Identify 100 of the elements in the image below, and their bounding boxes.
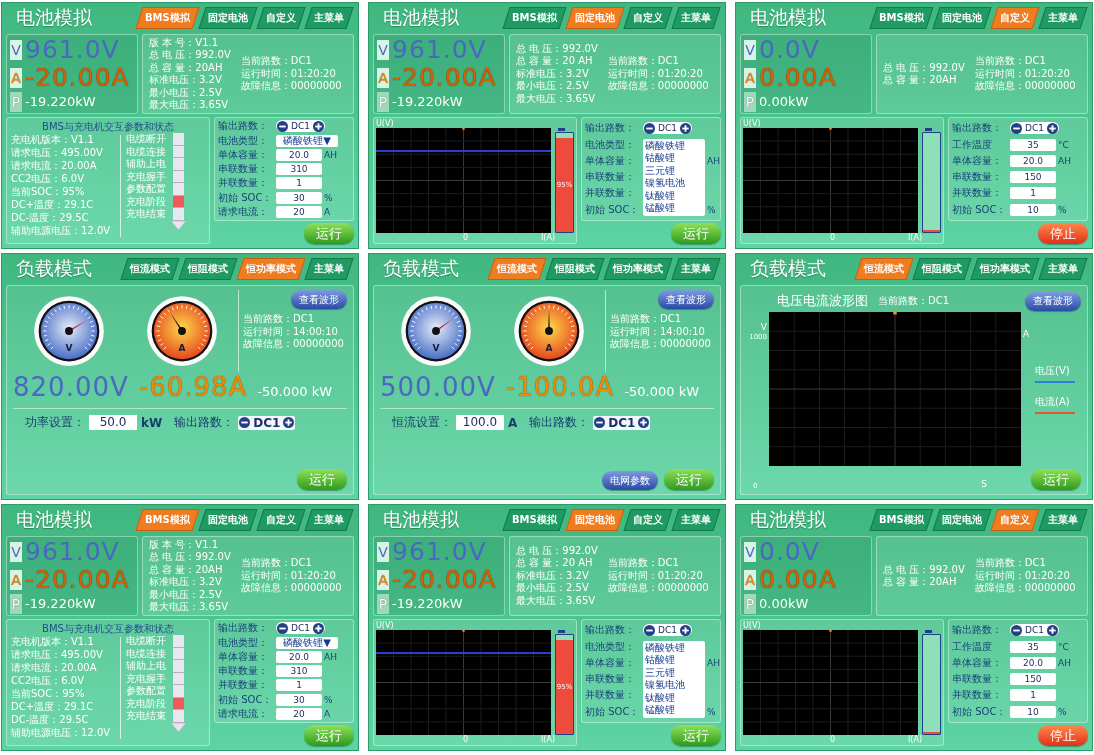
channel-stepper[interactable]: DC1 — [1010, 122, 1059, 135]
minus-icon[interactable] — [239, 417, 251, 428]
mode-tab[interactable]: 恒阻模式 — [178, 258, 238, 280]
input-field[interactable]: 150 — [1010, 673, 1056, 686]
waveform-button[interactable]: 查看波形 — [291, 290, 347, 309]
input-field[interactable]: 20.0 — [276, 148, 322, 161]
minus-icon[interactable] — [644, 122, 655, 134]
input-field[interactable]: 1 — [276, 679, 322, 692]
mode-tab[interactable]: BMS模拟 — [502, 509, 567, 531]
plus-icon[interactable] — [312, 622, 324, 634]
plus-icon[interactable] — [312, 120, 324, 132]
minus-icon[interactable] — [644, 624, 655, 636]
input-field[interactable]: 1 — [276, 177, 322, 190]
grid-params-button[interactable]: 电网参数 — [602, 471, 658, 490]
channel-stepper[interactable]: DC1 — [1010, 624, 1059, 637]
dropdown-option[interactable]: 三元锂 — [645, 164, 703, 178]
mode-tab[interactable]: 主菜单 — [304, 509, 354, 531]
mode-tab[interactable]: 自定义 — [256, 509, 306, 531]
mode-tab[interactable]: 主菜单 — [304, 258, 354, 280]
dropdown-option[interactable]: 磷酸铁锂 — [645, 139, 703, 153]
mode-tab[interactable]: 恒功率模式 — [603, 258, 673, 280]
input-field[interactable]: 10 — [1010, 705, 1056, 718]
stop-button[interactable]: 停止 — [1038, 725, 1088, 746]
mode-tab[interactable]: 恒阻模式 — [912, 258, 972, 280]
dropdown-option[interactable]: 三元锂 — [645, 666, 703, 680]
run-button[interactable]: 运行 — [664, 469, 714, 490]
minus-icon[interactable] — [277, 622, 288, 634]
mode-tab[interactable]: 主菜单 — [671, 258, 721, 280]
input-field[interactable]: 310 — [276, 665, 322, 677]
input-field[interactable]: 20.0 — [1010, 154, 1056, 167]
mode-tab[interactable]: 主菜单 — [304, 7, 354, 29]
mode-tab[interactable]: 固定电池 — [198, 509, 258, 531]
mode-tab[interactable]: 自定义 — [623, 509, 673, 531]
waveform-button[interactable]: 查看波形 — [1025, 291, 1081, 311]
input-field[interactable]: 20.0 — [1010, 656, 1056, 669]
waveform-button[interactable]: 查看波形 — [658, 290, 714, 309]
mode-tab[interactable]: 恒流模式 — [120, 258, 180, 280]
input-field[interactable]: 150 — [1010, 171, 1056, 184]
dropdown-option[interactable]: 钴酸锂 — [645, 654, 703, 667]
mode-tab[interactable]: 恒阻模式 — [545, 258, 605, 280]
dropdown-option[interactable]: 钴酸锂 — [645, 152, 703, 165]
input-field[interactable]: 30 — [276, 191, 322, 204]
select-field[interactable]: 磷酸铁锂▼ — [276, 636, 338, 649]
channel-stepper[interactable]: DC1 — [276, 120, 325, 133]
mode-tab[interactable]: 主菜单 — [1038, 258, 1088, 280]
plus-icon[interactable] — [283, 417, 295, 428]
mode-tab[interactable]: 自定义 — [990, 7, 1040, 29]
mode-tab[interactable]: BMS模拟 — [869, 7, 934, 29]
mode-tab[interactable]: 固定电池 — [932, 7, 992, 29]
mode-tab[interactable]: 恒功率模式 — [236, 258, 306, 280]
dropdown-option[interactable]: 钛酸锂 — [645, 189, 703, 203]
run-button[interactable]: 运行 — [304, 223, 354, 244]
mode-tab[interactable]: 恒流模式 — [854, 258, 914, 280]
input-field[interactable]: 1 — [1010, 187, 1056, 200]
dropdown-option[interactable]: 镍氢电池 — [645, 177, 703, 190]
mode-tab[interactable]: 固定电池 — [198, 7, 258, 29]
input-field[interactable]: 30 — [276, 693, 322, 706]
mode-tab[interactable]: 固定电池 — [932, 509, 992, 531]
input-field[interactable]: 20 — [276, 707, 322, 720]
mode-tab[interactable]: 恒流模式 — [487, 258, 547, 280]
channel-stepper[interactable]: DC1 — [593, 415, 651, 430]
channel-stepper[interactable]: DC1 — [238, 415, 296, 430]
minus-icon[interactable] — [1011, 122, 1022, 134]
mode-tab[interactable]: 主菜单 — [1038, 509, 1088, 531]
plus-icon[interactable] — [679, 624, 691, 636]
mode-tab[interactable]: 自定义 — [256, 7, 306, 29]
input-field[interactable]: 310 — [276, 163, 322, 175]
run-button[interactable]: 运行 — [671, 725, 721, 746]
mode-tab[interactable]: 自定义 — [623, 7, 673, 29]
dropdown-option[interactable]: 镍氢电池 — [645, 679, 703, 692]
plus-icon[interactable] — [638, 417, 650, 428]
input-field[interactable]: 35 — [1010, 640, 1056, 653]
mode-tab[interactable]: BMS模拟 — [135, 7, 200, 29]
mode-tab[interactable]: BMS模拟 — [869, 509, 934, 531]
input-field[interactable]: 10 — [1010, 203, 1056, 216]
mode-tab[interactable]: 主菜单 — [671, 509, 721, 531]
mode-tab[interactable]: 恒功率模式 — [970, 258, 1040, 280]
plus-icon[interactable] — [1046, 122, 1058, 134]
dropdown-option[interactable]: 锰酸锂 — [645, 202, 703, 215]
mode-tab[interactable]: 自定义 — [990, 509, 1040, 531]
input-field[interactable]: 1 — [1010, 689, 1056, 702]
plus-icon[interactable] — [1046, 624, 1058, 636]
plus-icon[interactable] — [679, 122, 691, 134]
run-button[interactable]: 运行 — [304, 725, 354, 746]
channel-stepper[interactable]: DC1 — [643, 624, 692, 637]
channel-stepper[interactable]: DC1 — [276, 622, 325, 635]
minus-icon[interactable] — [277, 120, 288, 132]
minus-icon[interactable] — [1011, 624, 1022, 636]
mode-tab[interactable]: 主菜单 — [671, 7, 721, 29]
dropdown-option[interactable]: 钛酸锂 — [645, 691, 703, 705]
stop-button[interactable]: 停止 — [1038, 223, 1088, 244]
dropdown-option[interactable]: 锰酸锂 — [645, 704, 703, 717]
dropdown-option[interactable]: 磷酸铁锂 — [645, 641, 703, 655]
mode-tab[interactable]: BMS模拟 — [135, 509, 200, 531]
input-field[interactable]: 20 — [276, 205, 322, 218]
run-button[interactable]: 运行 — [297, 469, 347, 490]
channel-stepper[interactable]: DC1 — [643, 122, 692, 135]
run-button[interactable]: 运行 — [1031, 469, 1081, 490]
mode-tab[interactable]: 固定电池 — [565, 7, 625, 29]
input-field[interactable]: 100.0 — [456, 415, 504, 430]
